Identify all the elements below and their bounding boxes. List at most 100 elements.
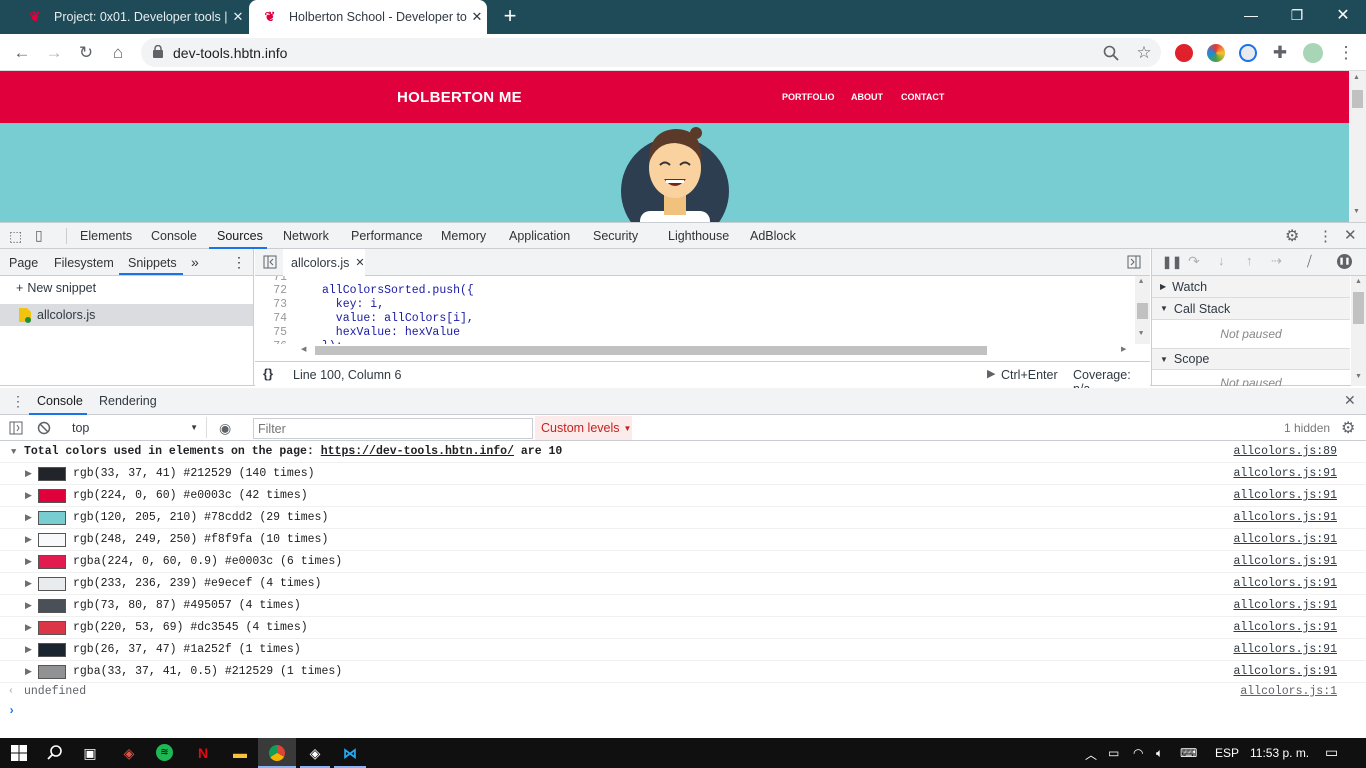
step-icon[interactable]: ⇢ (1271, 253, 1282, 269)
address-bar[interactable]: dev-tools.hbtn.info (141, 38, 1161, 67)
tab-adblock[interactable]: AdBlock (750, 229, 796, 243)
restore-button[interactable]: ❐ (1274, 0, 1320, 30)
notifications-icon[interactable]: ▭ (1325, 744, 1338, 761)
browser-tab-project[interactable]: ❦ Project: 0x01. Developer tools | H ✕ (14, 0, 248, 34)
netflix-icon[interactable]: N (193, 743, 213, 763)
scroll-up-icon[interactable]: ▲ (1353, 74, 1360, 81)
windows-start-icon[interactable] (9, 743, 29, 763)
task-view-icon[interactable]: ▣ (80, 743, 100, 763)
tab-page[interactable]: Page (9, 256, 38, 270)
console-settings-icon[interactable]: ⚙ (1341, 418, 1355, 438)
minimize-button[interactable]: — (1228, 0, 1274, 30)
debugger-scroll-thumb[interactable] (1353, 292, 1364, 324)
expand-icon[interactable]: ▶ (25, 579, 32, 589)
expand-icon[interactable]: ▶ (25, 601, 32, 611)
run-hint[interactable]: Ctrl+Enter (1001, 368, 1058, 382)
home-button[interactable]: ⌂ (106, 41, 130, 65)
console-source-link[interactable]: allcolors.js:91 (1233, 577, 1337, 590)
expand-icon[interactable]: ▶ (25, 535, 32, 545)
profile-avatar[interactable] (1303, 43, 1323, 63)
pause-on-exceptions-icon[interactable]: ❚❚ (1337, 254, 1352, 269)
devtools-menu-icon[interactable]: ⋮ (1318, 227, 1333, 245)
editor-vscrollbar[interactable]: ▲ ▼ (1135, 276, 1150, 344)
spotify-icon[interactable]: ≋ (156, 744, 173, 761)
toggle-debugger-icon[interactable] (1127, 255, 1141, 269)
tab-snippets[interactable]: Snippets (128, 256, 177, 270)
clock[interactable]: 11:53 p. m. (1250, 746, 1309, 760)
page-scroll-thumb[interactable] (1352, 90, 1363, 108)
forward-button[interactable]: → (42, 41, 66, 65)
chrome-taskbar-button[interactable] (258, 738, 296, 768)
debugger-scrollbar[interactable]: ▲ ▼ (1351, 276, 1366, 386)
back-button[interactable]: ← (10, 41, 34, 65)
console-color-row[interactable]: ▶ rgb(73, 80, 87) #495057 (4 times) allcol… (0, 595, 1366, 617)
new-snippet-button[interactable]: + New snippet (16, 281, 96, 295)
close-devtools-icon[interactable]: ✕ (1344, 226, 1357, 244)
pause-icon[interactable]: ❚❚ (1162, 255, 1182, 269)
console-source-link[interactable]: allcolors.js:91 (1233, 467, 1337, 480)
console-color-row[interactable]: ▶ rgb(220, 53, 69) #dc3545 (4 times) allco… (0, 617, 1366, 639)
group-link[interactable]: https://dev-tools.hbtn.info/ (321, 445, 514, 458)
vscode-taskbar-button[interactable]: ⋈ (334, 738, 366, 768)
console-source-link[interactable]: allcolors.js:91 (1233, 621, 1337, 634)
watch-section[interactable]: ▶ Watch (1152, 276, 1350, 298)
scroll-down-icon[interactable]: ▼ (1355, 373, 1362, 380)
editor-scroll-thumb[interactable] (1137, 303, 1148, 319)
page-scrollbar[interactable]: ▲ ▼ (1349, 71, 1366, 222)
bookmark-star-icon[interactable]: ☆ (1132, 41, 1156, 65)
tab-console[interactable]: Console (151, 229, 197, 243)
drawer-tab-rendering[interactable]: Rendering (99, 394, 157, 408)
adblock-extension-icon[interactable] (1175, 44, 1193, 62)
console-source-link[interactable]: allcolors.js:91 (1233, 511, 1337, 524)
tab-memory[interactable]: Memory (441, 229, 486, 243)
zoom-icon[interactable] (1099, 41, 1123, 65)
nav-portfolio[interactable]: PORTFOLIO (782, 92, 835, 102)
console-color-row[interactable]: ▶ rgba(33, 37, 41, 0.5) #212529 (1 times)… (0, 661, 1366, 683)
expand-icon[interactable]: ▶ (25, 491, 32, 501)
wifi-icon[interactable]: ◠ (1133, 746, 1143, 760)
show-sidebar-icon[interactable] (9, 421, 23, 435)
inspect-element-icon[interactable]: ⬚ (9, 228, 22, 245)
run-snippet-icon[interactable]: ▶ (987, 367, 995, 380)
editor-file-tab[interactable]: allcolors.js ✕ (283, 249, 365, 276)
input-language[interactable]: ESP (1215, 746, 1239, 760)
console-color-row[interactable]: ▶ rgb(26, 37, 47) #1a252f (1 times) allcol… (0, 639, 1366, 661)
drawer-menu-icon[interactable]: ⋮ (11, 393, 25, 410)
console-color-row[interactable]: ▶ rgb(33, 37, 41) #212529 (140 times) allc… (0, 463, 1366, 485)
tab-security[interactable]: Security (593, 229, 638, 243)
browser-menu-icon[interactable]: ⋮ (1334, 41, 1358, 65)
tab-application[interactable]: Application (509, 229, 570, 243)
search-icon[interactable] (45, 743, 65, 763)
new-tab-button[interactable]: + (498, 4, 522, 28)
scroll-up-icon[interactable]: ▲ (1355, 278, 1362, 285)
console-prompt[interactable]: › (0, 702, 1366, 722)
live-expression-eye-icon[interactable]: ◉ (219, 420, 231, 437)
expand-icon[interactable]: ▶ (25, 623, 32, 633)
console-source-link[interactable]: allcolors.js:91 (1233, 599, 1337, 612)
group-collapse-icon[interactable]: ▼ (11, 447, 16, 457)
console-color-row[interactable]: ▶ rgba(224, 0, 60, 0.9) #e0003c (6 times)… (0, 551, 1366, 573)
expand-icon[interactable]: ▶ (25, 469, 32, 479)
scroll-left-icon[interactable]: ◀ (301, 345, 306, 353)
step-over-icon[interactable]: ↷ (1188, 253, 1200, 270)
console-source-link[interactable]: allcolors.js:91 (1233, 665, 1337, 678)
editor-hscroll-thumb[interactable] (315, 346, 987, 355)
scroll-down-icon[interactable]: ▼ (1139, 330, 1143, 338)
console-source-link[interactable]: allcolors.js:89 (1233, 445, 1337, 458)
step-into-icon[interactable]: ↓ (1218, 253, 1225, 268)
editor-hscrollbar[interactable]: ◀ ▶ (301, 344, 1131, 356)
console-source-link[interactable]: allcolors.js:91 (1233, 533, 1337, 546)
scroll-up-icon[interactable]: ▲ (1139, 278, 1143, 286)
console-source-link[interactable]: allcolors.js:1 (1240, 685, 1337, 698)
nav-contact[interactable]: CONTACT (901, 92, 944, 102)
console-color-row[interactable]: ▶ rgb(224, 0, 60) #e0003c (42 times) allco… (0, 485, 1366, 507)
scroll-down-icon[interactable]: ▼ (1353, 208, 1360, 215)
deactivate-breakpoints-icon[interactable]: ⧸ (1307, 253, 1312, 270)
code-area[interactable]: 71 72 allColorsSorted.push({ 73 key: i, 7… (255, 276, 1150, 344)
browser-tab-holberton[interactable]: ❦ Holberton School - Developer to ✕ (249, 0, 487, 34)
close-icon[interactable]: ✕ (228, 9, 248, 25)
context-selector[interactable]: top ▼ (62, 417, 207, 438)
navigator-menu-icon[interactable]: ⋮ (232, 254, 246, 271)
console-color-row[interactable]: ▶ rgb(233, 236, 239) #e9ecef (4 times) all… (0, 573, 1366, 595)
console-source-link[interactable]: allcolors.js:91 (1233, 555, 1337, 568)
